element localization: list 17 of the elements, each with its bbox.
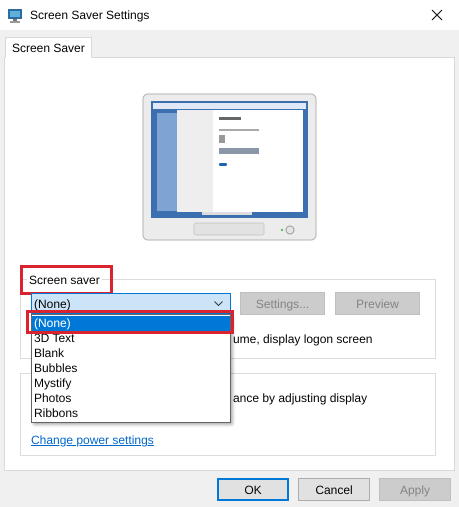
dropdown-option[interactable]: Photos: [32, 391, 230, 406]
dropdown-option[interactable]: 3D Text: [32, 331, 230, 346]
caret-icon: [214, 301, 223, 306]
close-icon[interactable]: [431, 9, 443, 21]
power-description: ance by adjusting display: [233, 390, 368, 407]
tab[interactable]: Screen Saver: [5, 37, 92, 58]
window-title: Screen Saver Settings: [30, 7, 150, 24]
dropdown-option[interactable]: Mystify: [32, 376, 230, 391]
ok-button[interactable]: OK: [217, 478, 289, 501]
cancel-button[interactable]: Cancel: [298, 478, 370, 501]
dropdown-option[interactable]: Blank: [32, 346, 230, 361]
monitor-icon: [7, 8, 23, 22]
change-power-settings-link[interactable]: Change power settings: [31, 431, 154, 449]
dropdown-option[interactable]: Bubbles: [32, 361, 230, 376]
dropdown-option[interactable]: Ribbons: [32, 406, 230, 421]
logon-option-label: ume, display logon screen: [233, 332, 372, 346]
dropdown-option[interactable]: (None): [32, 316, 230, 331]
